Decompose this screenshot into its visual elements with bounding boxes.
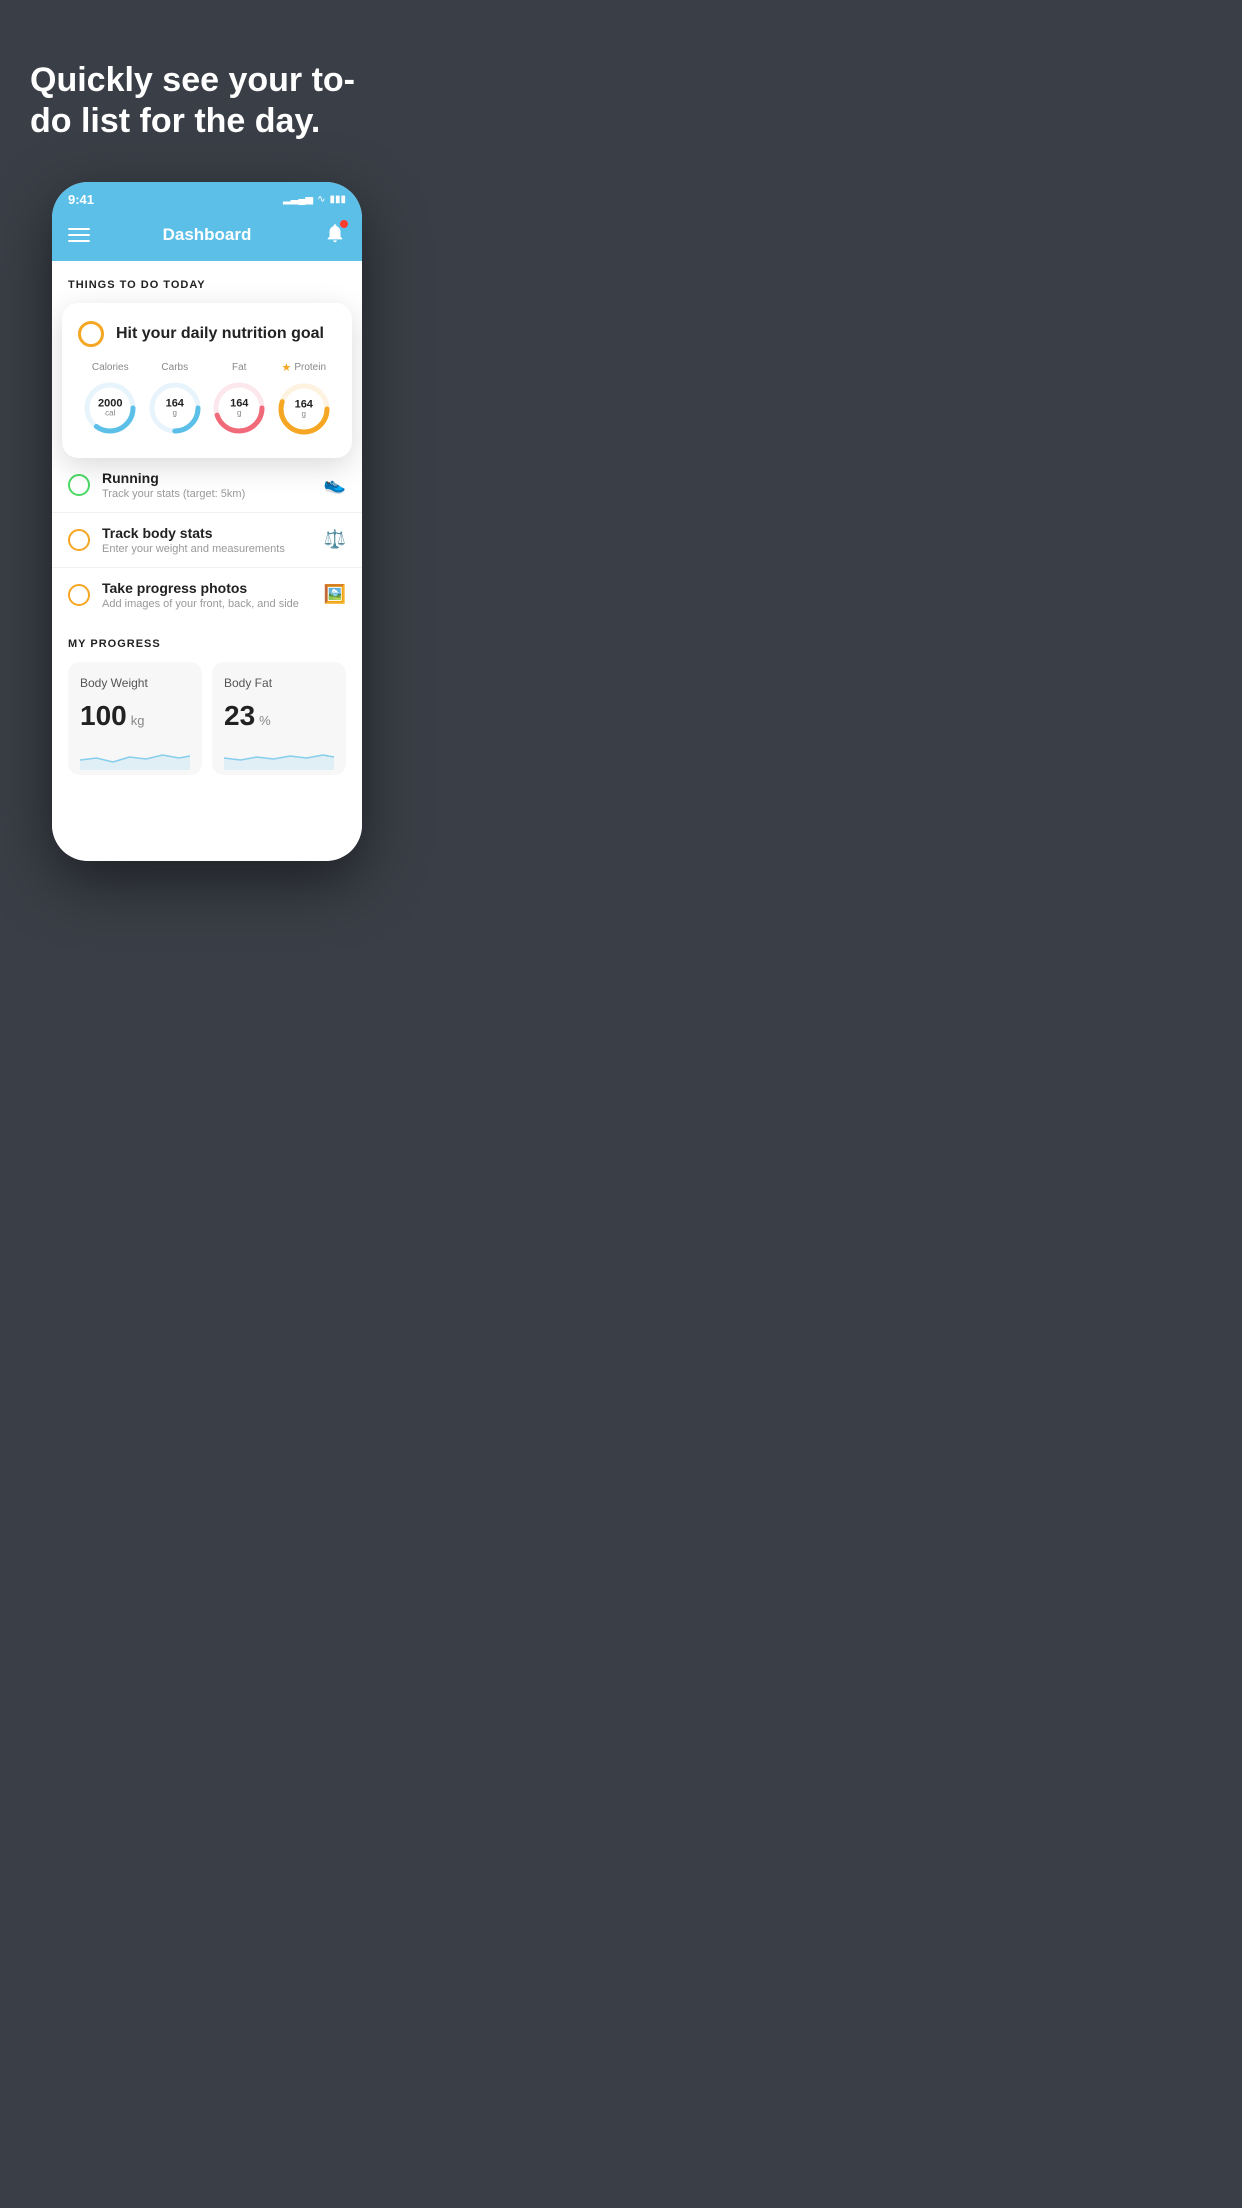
body-weight-num: 100	[80, 700, 127, 732]
phone-body: THINGS TO DO TODAY Hit your daily nutrit…	[52, 261, 362, 861]
todo-running[interactable]: Running Track your stats (target: 5km) 👟	[52, 458, 362, 513]
body-weight-unit: kg	[131, 713, 145, 728]
nutrition-task-title: Hit your daily nutrition goal	[116, 325, 324, 343]
todo-progress-photos[interactable]: Take progress photos Add images of your …	[52, 568, 362, 622]
calories-unit: cal	[98, 409, 122, 418]
progress-section: MY PROGRESS Body Weight 100 kg B	[52, 622, 362, 795]
things-today-header: THINGS TO DO TODAY	[52, 261, 362, 303]
carbs-unit: g	[166, 409, 184, 418]
carbs-donut: 164 g	[146, 379, 204, 437]
hero-section: Quickly see your to-do list for the day.	[0, 0, 414, 172]
nav-bar: Dashboard	[52, 214, 362, 261]
wifi-icon: ∿	[317, 194, 325, 205]
body-fat-label: Body Fat	[224, 676, 334, 690]
hamburger-menu[interactable]	[68, 228, 90, 242]
status-bar: 9:41 ▂▃▄▅ ∿ ▮▮▮	[52, 182, 362, 214]
protein-label: ★Protein	[281, 361, 326, 374]
calories-donut: 2000 cal	[81, 379, 139, 437]
task-circle-nutrition	[78, 321, 104, 347]
nutrition-calories: Calories 2000 cal	[81, 362, 139, 437]
todo-body-stats[interactable]: Track body stats Enter your weight and m…	[52, 513, 362, 568]
body-weight-label: Body Weight	[80, 676, 190, 690]
phone-mockup: 9:41 ▂▃▄▅ ∿ ▮▮▮ Dashboard THINGS TO DO T…	[52, 182, 362, 861]
body-weight-sparkline	[80, 740, 190, 770]
todo-subtitle-progress-photos: Add images of your front, back, and side	[102, 598, 324, 610]
body-fat-value: 23 %	[224, 700, 334, 732]
fat-donut: 164 g	[210, 379, 268, 437]
scale-icon: ⚖️	[324, 529, 346, 550]
nutrition-card[interactable]: Hit your daily nutrition goal Calories 2…	[62, 303, 352, 458]
nutrition-carbs: Carbs 164 g	[146, 362, 204, 437]
fat-label: Fat	[232, 362, 246, 373]
todo-title-body-stats: Track body stats	[102, 525, 324, 541]
todo-circle-body-stats	[68, 529, 90, 551]
signal-icon: ▂▃▄▅	[283, 194, 313, 205]
todo-circle-running	[68, 474, 90, 496]
todo-title-running: Running	[102, 470, 324, 486]
hero-title: Quickly see your to-do list for the day.	[30, 60, 384, 142]
running-icon: 👟	[324, 474, 346, 495]
todo-list: Running Track your stats (target: 5km) 👟…	[52, 458, 362, 622]
things-today-label: THINGS TO DO TODAY	[68, 279, 206, 291]
card-header-row: Hit your daily nutrition goal	[78, 321, 336, 347]
nutrition-protein: ★Protein 164 g	[275, 361, 333, 438]
body-weight-card[interactable]: Body Weight 100 kg	[68, 662, 202, 775]
protein-donut: 164 g	[275, 380, 333, 438]
protein-star: ★	[281, 361, 291, 374]
notification-dot	[340, 220, 348, 228]
status-time: 9:41	[68, 192, 94, 207]
nutrition-row: Calories 2000 cal Carbs	[78, 361, 336, 438]
notification-bell[interactable]	[324, 222, 346, 249]
fat-unit: g	[230, 409, 248, 418]
protein-unit: g	[295, 410, 313, 419]
body-weight-value: 100 kg	[80, 700, 190, 732]
todo-title-progress-photos: Take progress photos	[102, 580, 324, 596]
todo-subtitle-running: Track your stats (target: 5km)	[102, 488, 324, 500]
progress-cards: Body Weight 100 kg Body Fat 23 %	[68, 662, 346, 775]
body-fat-card[interactable]: Body Fat 23 %	[212, 662, 346, 775]
body-fat-unit: %	[259, 713, 271, 728]
nav-title: Dashboard	[163, 225, 252, 245]
todo-text-progress-photos: Take progress photos Add images of your …	[102, 580, 324, 610]
progress-header: MY PROGRESS	[68, 638, 346, 650]
todo-subtitle-body-stats: Enter your weight and measurements	[102, 543, 324, 555]
calories-label: Calories	[92, 362, 129, 373]
status-icons: ▂▃▄▅ ∿ ▮▮▮	[283, 194, 346, 205]
nutrition-fat: Fat 164 g	[210, 362, 268, 437]
photo-icon: 🖼️	[324, 584, 346, 605]
todo-text-running: Running Track your stats (target: 5km)	[102, 470, 324, 500]
carbs-label: Carbs	[161, 362, 188, 373]
body-fat-num: 23	[224, 700, 255, 732]
todo-text-body-stats: Track body stats Enter your weight and m…	[102, 525, 324, 555]
body-fat-sparkline	[224, 740, 334, 770]
todo-circle-progress-photos	[68, 584, 90, 606]
battery-icon: ▮▮▮	[329, 194, 346, 205]
